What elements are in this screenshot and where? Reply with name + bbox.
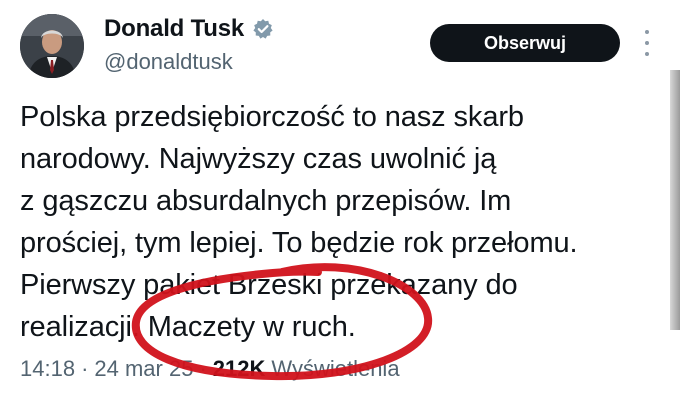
tweet-line: Pierwszy pakiet Brzeski przekazany do [20,269,518,301]
tweet-line: narodowy. Najwyższy czas uwolnić ją [20,143,497,175]
tweet-line: z gąszczu absurdalnych przepisów. Im [20,185,512,217]
tweet-line: Polska przedsiębiorczość to nasz skarb [20,101,524,133]
tweet-date[interactable]: 24 mar 25 [94,356,193,382]
verified-badge-icon[interactable] [252,18,274,40]
tweet-text: Polska przedsiębiorczość to nasz skarb n… [20,96,660,348]
meta-separator: · [81,356,89,381]
author-name-row: Donald Tusk [104,15,274,43]
profile-photo-icon [20,14,84,78]
edge-divider [670,70,680,330]
views-label: Wyświetlenia [271,356,400,381]
avatar[interactable] [20,14,84,78]
author-display-name[interactable]: Donald Tusk [104,15,244,43]
meta-separator: · [199,356,207,381]
tweet-meta: 14:18 · 24 mar 25 · 212K Wyświetlenia [20,356,400,382]
follow-button[interactable]: Obserwuj [430,24,620,62]
author-handle[interactable]: @donaldtusk [104,49,233,75]
tweet-line: prościej, tym lepiej. To będzie rok prze… [20,227,578,259]
views-count: 212K [212,356,266,381]
tweet-line: realizacji. Maczety w ruch. [20,311,356,343]
more-vertical-icon[interactable] [642,30,652,56]
tweet-time[interactable]: 14:18 [20,356,75,382]
